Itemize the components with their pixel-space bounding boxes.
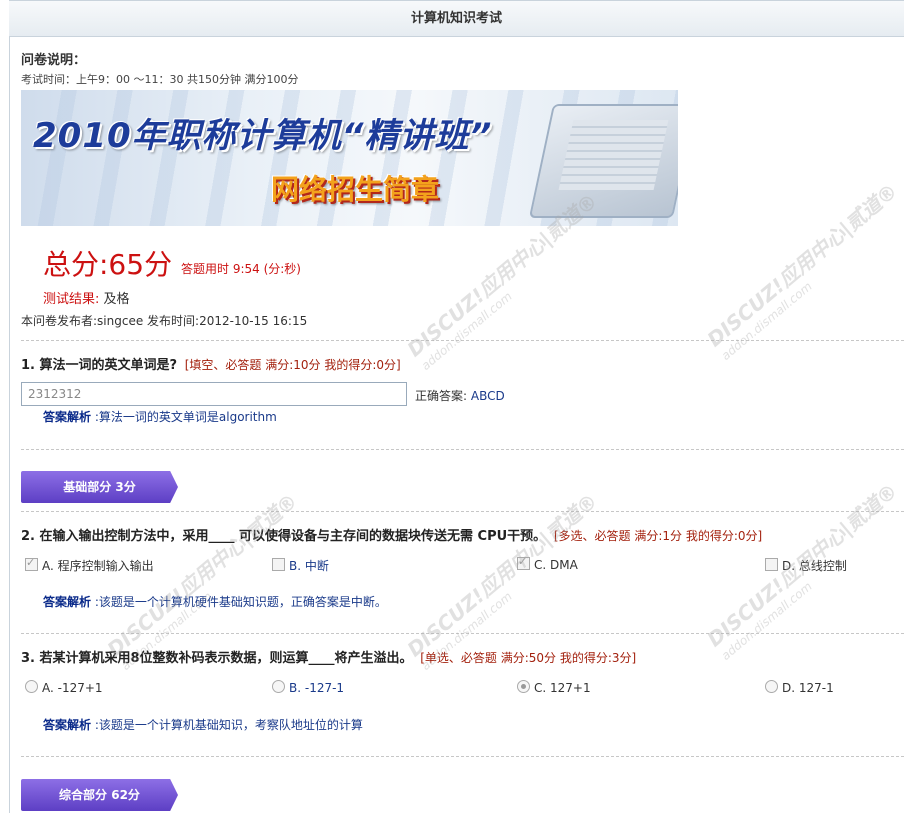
survey-description-text: 考试时间：上午9：00 ～11：30 共150分钟 满分100分 (21, 73, 299, 86)
analysis-label: 答案解析 (43, 410, 92, 424)
question-1: 1. 算法一词的英文单词是? [填空、必答题 满分:10分 我的得分:0分] (21, 354, 401, 373)
divider (21, 756, 904, 757)
question-3: 3. 若某计算机采用8位整数补码表示数据，则运算____将产生溢出。 [单选、必… (21, 647, 636, 666)
analysis-text: :该题是一个计算机基础知识，考察队地址位的计算 (94, 718, 363, 732)
question-3-option-a[interactable]: A. -127+1 (25, 680, 103, 695)
divider (21, 633, 904, 634)
question-1-answer-input[interactable] (21, 382, 407, 406)
analysis-label: 答案解析 (43, 718, 92, 732)
test-result-label: 测试结果: (43, 292, 100, 307)
question-3-analysis: 答案解析 :该题是一个计算机基础知识，考察队地址位的计算 (43, 716, 363, 733)
radio-button[interactable] (272, 680, 285, 693)
page-title: 计算机知识考试 (9, 0, 904, 37)
question-3-meta: [单选、必答题 满分:50分 我的得分:3分] (420, 651, 637, 665)
banner-headline: 2010年职称计算机“精讲班” (33, 116, 493, 156)
checkbox-checked[interactable] (25, 556, 38, 571)
question-2: 2. 在输入输出控制方法中，采用____ 可以使得设备与主存间的数据块传送无需 … (21, 525, 762, 544)
radio-button[interactable] (25, 680, 38, 693)
correct-answer-label: 正确答案: (415, 389, 468, 403)
question-2-analysis: 答案解析 :该题是一个计算机硬件基础知识题，正确答案是中断。 (43, 593, 387, 610)
question-1-meta: [填空、必答题 满分:10分 我的得分:0分] (184, 358, 401, 372)
analysis-text: :该题是一个计算机硬件基础知识题，正确答案是中断。 (94, 595, 387, 609)
question-2-option-a[interactable]: A. 程序控制输入输出 (25, 556, 154, 574)
question-3-option-d[interactable]: D. 127-1 (765, 680, 834, 695)
question-2-option-c[interactable]: C. DMA (517, 555, 578, 572)
question-3-title: 3. 若某计算机采用8位整数补码表示数据，则运算____将产生溢出。 (21, 651, 413, 666)
laptop-keyboard-illustration (558, 120, 669, 190)
question-2-meta: [多选、必答题 满分:1分 我的得分:0分] (553, 529, 763, 543)
analysis-label: 答案解析 (43, 595, 92, 609)
checkbox-checked[interactable] (517, 555, 530, 570)
divider (21, 511, 904, 512)
section-basic-button[interactable]: 基础部分 3分 (21, 471, 178, 503)
analysis-text: :算法一词的英文单词是algorithm (94, 410, 277, 424)
test-result-value: 及格 (103, 292, 130, 307)
promo-banner[interactable]: 2010年职称计算机“精讲班” 网络招生简章 (21, 90, 678, 226)
time-used: 答题用时 9:54 (分:秒) (181, 262, 301, 276)
question-2-option-d[interactable]: D. 总线控制 (765, 557, 847, 574)
question-1-title: 1. 算法一词的英文单词是? (21, 358, 178, 373)
divider (21, 449, 904, 450)
radio-button-selected[interactable] (517, 680, 530, 693)
correct-answer: 正确答案: ABCD (415, 387, 505, 404)
publisher-info: 本问卷发布者:singcee 发布时间:2012-10-15 16:15 (21, 314, 308, 328)
checkbox[interactable] (272, 558, 285, 571)
question-2-option-b[interactable]: B. 中断 (272, 557, 329, 574)
question-2-title: 2. 在输入输出控制方法中，采用____ 可以使得设备与主存间的数据块传送无需 … (21, 529, 547, 544)
survey-description-title: 问卷说明： (21, 53, 87, 68)
total-score: 总分:65分 (43, 248, 173, 281)
radio-button[interactable] (765, 680, 778, 693)
correct-answer-value: ABCD (470, 389, 505, 403)
banner-subheadline: 网络招生简章 (271, 173, 440, 206)
question-3-option-c[interactable]: C. 127+1 (517, 680, 591, 695)
section-comprehensive-button[interactable]: 综合部分 62分 (21, 779, 178, 811)
test-result: 测试结果: 及格 (43, 288, 130, 307)
question-1-analysis: 答案解析 :算法一词的英文单词是algorithm (43, 408, 277, 425)
divider (21, 340, 904, 341)
question-3-option-b[interactable]: B. -127-1 (272, 680, 344, 695)
checkbox[interactable] (765, 558, 778, 571)
